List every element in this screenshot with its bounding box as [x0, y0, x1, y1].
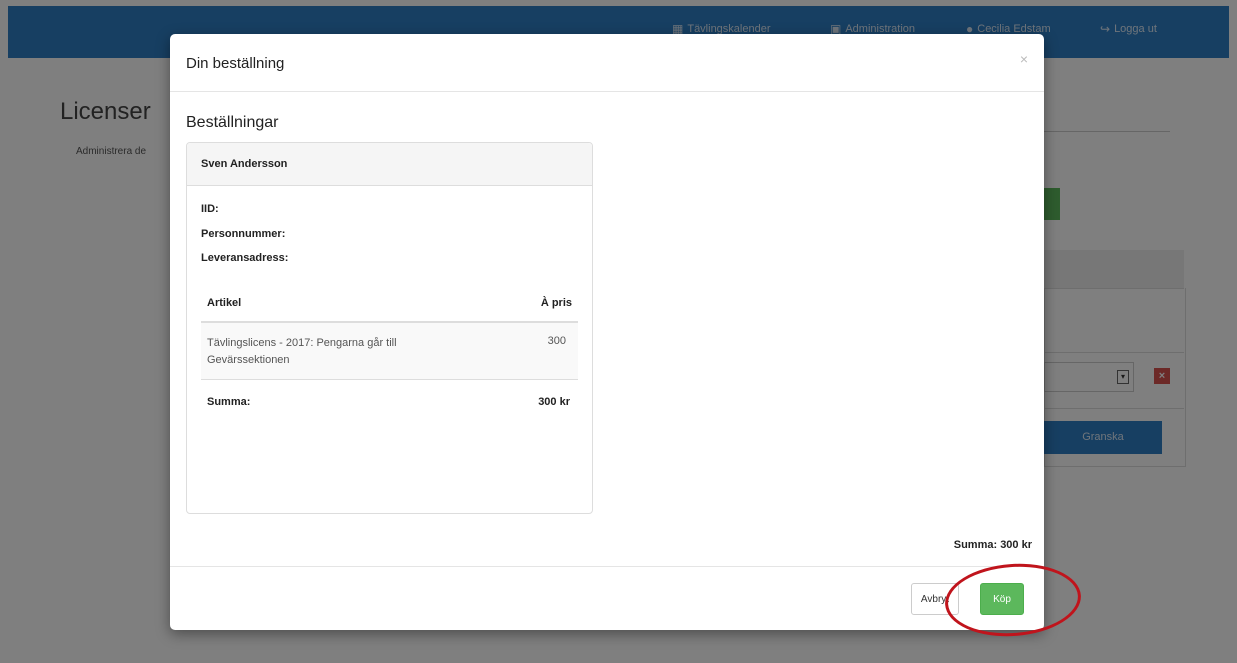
order-panel-heading: Sven Andersson — [187, 143, 592, 186]
total-sum: Summa: 300 kr — [953, 539, 1032, 551]
field-iid-label: IID: — [201, 203, 219, 215]
field-leveransadress-label: Leveransadress: — [201, 252, 289, 264]
table-row: Tävlingslicens - 2017: Pengarna går till… — [201, 323, 578, 379]
field-personnummer-label: Personnummer: — [201, 228, 286, 240]
table-cell-article: Tävlingslicens - 2017: Pengarna går till… — [207, 337, 397, 366]
table-header-price: À pris — [540, 297, 572, 309]
table-sum-label: Summa: — [207, 396, 251, 408]
modal-header: Din beställning × — [170, 34, 1044, 92]
close-icon[interactable]: × — [1020, 51, 1028, 67]
table-divider — [201, 379, 578, 380]
table-header-article: Artikel — [207, 297, 242, 309]
section-title: Beställningar — [186, 114, 279, 131]
order-modal: Din beställning × Beställningar Sven And… — [170, 34, 1044, 630]
table-sum-value: 300 kr — [538, 396, 570, 408]
modal-footer: Avbryt Köp — [170, 566, 1044, 631]
modal-title: Din beställning — [186, 55, 285, 72]
order-panel: Sven Andersson IID: Personnummer: Levera… — [186, 142, 593, 514]
table-cell-price: 300 — [547, 335, 566, 347]
customer-name: Sven Andersson — [201, 158, 288, 170]
